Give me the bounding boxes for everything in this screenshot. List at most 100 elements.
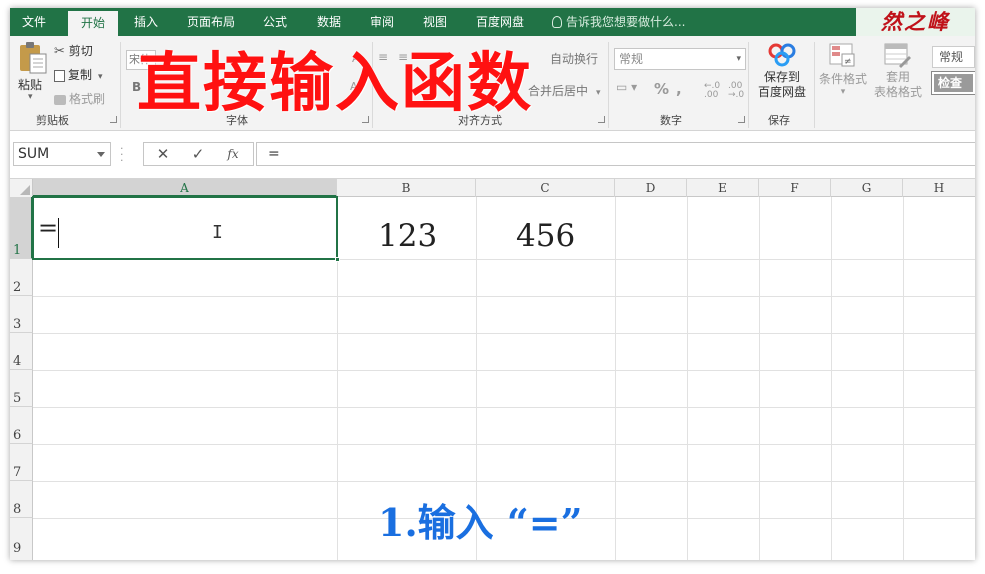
copy-icon: [54, 69, 65, 82]
gridline: [33, 444, 975, 445]
author-signature: 然之峰: [856, 8, 975, 36]
paste-dropdown-icon[interactable]: ▾: [28, 92, 33, 102]
accounting-format-icon[interactable]: ▭ ▾: [616, 80, 637, 94]
row-header-4[interactable]: 4: [10, 333, 33, 370]
row-number: 2: [13, 280, 22, 295]
row-header-8[interactable]: 8: [10, 481, 33, 518]
tell-me-search[interactable]: 告诉我您想要做什么...: [552, 8, 685, 36]
column-header-a[interactable]: A: [33, 179, 337, 197]
decrease-decimal-icon[interactable]: .00 →.0: [728, 82, 744, 100]
style-check-cell[interactable]: 检查: [931, 71, 975, 95]
alignment-launcher-icon[interactable]: [598, 116, 605, 123]
column-header-e[interactable]: E: [687, 179, 759, 197]
clipboard-launcher-icon[interactable]: [110, 116, 117, 123]
row-header-1[interactable]: 1: [10, 197, 33, 259]
format-table-icon: [884, 43, 911, 68]
tab-view[interactable]: 视图: [414, 8, 456, 36]
column-header-b[interactable]: B: [337, 179, 476, 197]
save-to-baidu-button[interactable]: 保存到 百度网盘: [754, 42, 810, 108]
cancel-entry-button[interactable]: ✕: [148, 143, 178, 165]
formula-input[interactable]: =: [256, 142, 975, 166]
tell-me-text: 告诉我您想要做什么...: [566, 15, 686, 29]
row-number: 5: [13, 391, 22, 406]
style-normal[interactable]: 常规: [932, 46, 975, 68]
formula-bar-grip[interactable]: · · ·: [120, 143, 124, 166]
name-box[interactable]: SUM: [13, 142, 111, 166]
gridline: [687, 197, 688, 560]
baidu-netdisk-label: 百度网盘: [757, 85, 806, 99]
conditional-format-icon: ≠: [829, 43, 855, 67]
row-header-6[interactable]: 6: [10, 407, 33, 444]
tab-review[interactable]: 审阅: [360, 8, 404, 36]
column-header-c[interactable]: C: [476, 179, 615, 197]
gridline: [33, 481, 975, 482]
tab-home[interactable]: 开始: [68, 11, 118, 36]
name-box-value: SUM: [18, 146, 50, 162]
paintbrush-icon: [54, 94, 66, 105]
row-header-3[interactable]: 3: [10, 296, 33, 333]
formula-bar: SUM · · · ✕ ✓ fx =: [10, 132, 975, 178]
tab-data[interactable]: 数据: [306, 8, 352, 36]
percent-style-button[interactable]: %: [654, 80, 669, 98]
copy-button[interactable]: 复制 ▾: [54, 66, 103, 83]
fill-handle[interactable]: [335, 257, 340, 262]
group-divider: [748, 42, 749, 128]
chevron-down-icon: [97, 152, 105, 157]
column-header-f[interactable]: F: [759, 179, 831, 197]
gridline: [33, 407, 975, 408]
chevron-down-icon: ▾: [736, 54, 741, 64]
gridline: [903, 197, 904, 560]
select-all-button[interactable]: [10, 179, 33, 197]
active-cell-border: [32, 196, 340, 262]
column-header-g[interactable]: G: [831, 179, 903, 197]
insert-function-button[interactable]: fx: [218, 143, 248, 165]
column-header-row: A B C D E F G H: [10, 178, 975, 197]
tab-page-layout[interactable]: 页面布局: [178, 8, 244, 36]
number-launcher-icon[interactable]: [738, 116, 745, 123]
row-header-7[interactable]: 7: [10, 444, 33, 481]
svg-text:≠: ≠: [844, 57, 852, 67]
save-to-label: 保存到: [763, 70, 800, 84]
row-number: 1: [13, 243, 22, 258]
row-header-2[interactable]: 2: [10, 259, 33, 296]
formula-buttons: ✕ ✓ fx: [143, 142, 254, 166]
merge-center-label: 合并后居中: [528, 84, 589, 98]
tab-file[interactable]: 文件: [10, 8, 58, 36]
number-format-select[interactable]: 常规 ▾: [614, 48, 746, 70]
gridline: [33, 333, 975, 334]
wrap-text-button[interactable]: 自动换行: [550, 50, 598, 67]
format-painter-button[interactable]: 格式刷: [54, 90, 105, 107]
copy-label: 复制: [68, 68, 93, 82]
ribbon-tab-bar: 文件 开始 插入 页面布局 公式 数据 审阅 视图 百度网盘 告诉我您想要做什么…: [10, 8, 975, 36]
row-number: 4: [13, 354, 22, 369]
tab-formulas[interactable]: 公式: [254, 8, 296, 36]
tab-baidu-netdisk[interactable]: 百度网盘: [466, 8, 534, 36]
conditional-format-button[interactable]: ≠ 条件格式 ▾: [818, 42, 868, 108]
save-group-label: 保存: [768, 114, 790, 127]
gridline: [33, 296, 975, 297]
comma-style-button[interactable]: ,: [676, 80, 682, 98]
tutorial-title: 直接输入函数: [137, 47, 533, 121]
cut-button[interactable]: ✂ 剪切: [54, 42, 93, 59]
row-header-5[interactable]: 5: [10, 370, 33, 407]
cell-b1[interactable]: 123: [378, 218, 437, 254]
row-header-9[interactable]: 9: [10, 518, 33, 560]
column-header-h[interactable]: H: [903, 179, 975, 197]
increase-decimal-icon[interactable]: ←.0.00: [704, 82, 720, 100]
paste-button[interactable]: 粘贴 ▾: [16, 40, 52, 106]
row-number: 8: [13, 502, 22, 517]
paste-icon: [20, 42, 47, 74]
format-painter-label: 格式刷: [69, 92, 106, 106]
scissors-icon: ✂: [54, 44, 65, 59]
format-table-label-2: 表格格式: [873, 85, 922, 99]
column-header-d[interactable]: D: [615, 179, 687, 197]
gridline: [33, 370, 975, 371]
merge-center-button[interactable]: 合并后居中 ▾: [528, 82, 601, 99]
format-as-table-button[interactable]: 套用 表格格式: [870, 42, 926, 108]
cell-c1[interactable]: 456: [516, 218, 575, 254]
row-number: 9: [13, 541, 22, 556]
tab-insert[interactable]: 插入: [122, 8, 170, 36]
row-number: 7: [13, 465, 22, 480]
confirm-entry-button[interactable]: ✓: [183, 143, 213, 165]
number-group-label: 数字: [660, 114, 682, 127]
